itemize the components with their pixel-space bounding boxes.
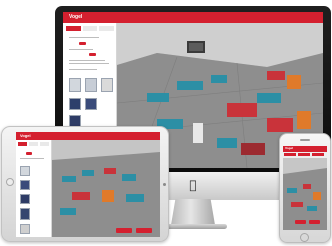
app-header: Vogel [63,12,323,23]
tab-layout[interactable] [29,142,38,146]
menu-text-line [69,37,99,38]
tab-layout[interactable] [82,26,98,31]
filter-button[interactable] [26,152,32,155]
tab-catalog[interactable] [284,153,296,156]
action-button[interactable] [116,228,132,233]
catalog-panel [16,140,52,237]
home-button-icon[interactable] [300,233,309,242]
product-thumbnail[interactable] [20,194,30,204]
menu-text-line [69,60,105,61]
panel-tabs [283,153,327,156]
ipad-screen: Vogel [16,132,160,237]
camera-icon [163,183,166,186]
product-thumbnail[interactable] [20,224,30,234]
apple-logo-icon:  [187,178,199,193]
ipad-device: Vogel [1,126,169,242]
panel-tabs [63,26,116,31]
home-button-icon[interactable] [6,178,14,186]
app-logo[interactable]: Vogel [20,133,31,138]
app-header: Vogel [283,146,327,152]
3d-floor-view[interactable] [52,140,160,237]
panel-tabs [16,142,51,146]
menu-text-line [69,63,109,64]
filter-button[interactable] [89,53,96,56]
tab-catalog[interactable] [66,26,81,31]
speaker-icon [300,139,310,141]
imac-foot [159,224,227,229]
3d-floor-view[interactable] [283,158,327,230]
iphone-device: Vogel [279,133,331,243]
app-logo[interactable]: Vogel [69,14,82,20]
action-button[interactable] [309,220,320,224]
3d-room-render[interactable] [52,140,160,237]
action-button[interactable] [295,220,306,224]
tab-settings[interactable] [40,142,49,146]
tab-settings[interactable] [99,26,115,31]
product-thumbnail[interactable] [69,78,81,92]
product-thumbnail[interactable] [20,208,30,220]
product-thumbnail[interactable] [20,166,30,176]
product-thumbnail[interactable] [85,98,97,110]
tab-settings[interactable] [312,153,324,156]
app-header: Vogel [16,132,160,140]
product-thumbnail[interactable] [69,98,81,110]
product-thumbnail[interactable] [101,78,113,92]
tab-catalog[interactable] [18,142,27,146]
imac-stand [171,199,215,225]
menu-text-line [69,69,97,70]
tab-layout[interactable] [298,153,310,156]
iphone-screen: Vogel [283,146,327,230]
menu-text-line [69,49,93,50]
action-button[interactable] [136,228,152,233]
product-thumbnail[interactable] [20,180,30,190]
menu-text-line [20,158,44,159]
filter-button[interactable] [79,42,86,45]
app-logo[interactable]: Vogel [285,146,293,150]
product-thumbnail[interactable] [85,78,97,92]
